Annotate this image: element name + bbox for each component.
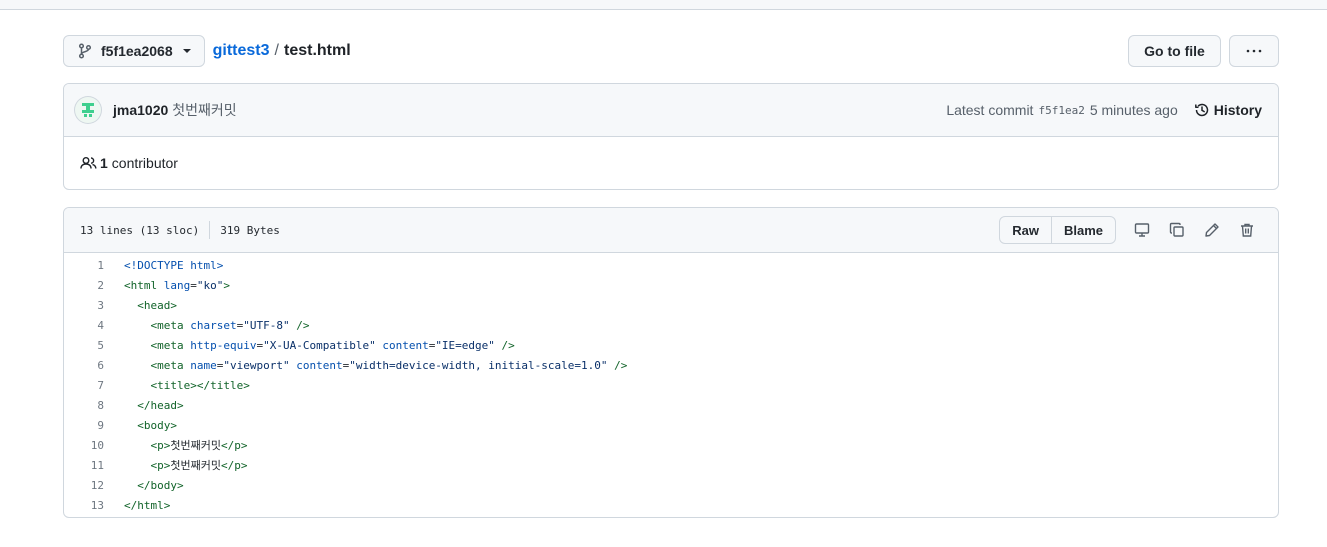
breadcrumb-separator: / [274, 42, 279, 59]
code-line: 7 <title></title> [64, 375, 1278, 395]
caret-down-icon [182, 48, 192, 54]
git-branch-icon [78, 43, 92, 59]
line-number[interactable]: 5 [64, 339, 124, 352]
branch-select-button[interactable]: f5f1ea2068 [63, 35, 205, 67]
code-line: 5 <meta http-equiv="X-UA-Compatible" con… [64, 335, 1278, 355]
commit-author-link[interactable]: jma1020 [113, 102, 168, 118]
line-content: <!DOCTYPE html> [124, 258, 224, 272]
code-line: 13 </html> [64, 495, 1278, 515]
code-line: 2 <html lang="ko"> [64, 275, 1278, 295]
desktop-open-button[interactable] [1124, 222, 1159, 238]
copy-raw-button[interactable] [1159, 222, 1194, 238]
commit-meta: Latest commit f5f1ea2 5 minutes ago Hist… [946, 102, 1262, 118]
commit-author-area: jma1020 첫번째커밋 [75, 97, 237, 123]
raw-blame-group: Raw Blame [999, 216, 1116, 244]
commit-time: 5 minutes ago [1089, 102, 1178, 118]
file-content-box: 13 lines (13 sloc) 319 Bytes Raw Blame 1… [63, 207, 1279, 518]
code-line: 9 <body> [64, 415, 1278, 435]
code-line: 11 <p>첫번째커밋</p> [64, 455, 1278, 475]
file-header-row: f5f1ea2068 gittest3 / test.html Go to fi… [63, 35, 1279, 67]
line-content: <meta name="viewport" content="width=dev… [150, 358, 628, 372]
device-desktop-icon [1134, 223, 1149, 237]
code-line: 12 </body> [64, 475, 1278, 495]
line-number[interactable]: 13 [64, 499, 124, 512]
file-actions: Raw Blame [999, 216, 1264, 244]
pencil-icon [1204, 223, 1219, 237]
go-to-file-button[interactable]: Go to file [1128, 35, 1221, 67]
line-number[interactable]: 2 [64, 279, 124, 292]
identicon-icon [82, 103, 94, 117]
contributor-label: contributor [111, 155, 178, 171]
history-icon [1194, 103, 1209, 117]
code-line: 4 <meta charset="UTF-8" /> [64, 315, 1278, 335]
commit-message-link[interactable]: 첫번째커밋 [172, 100, 236, 120]
breadcrumb-repo-link[interactable]: gittest3 [213, 42, 270, 60]
line-content: <head> [137, 298, 177, 312]
code-body: 1 <!DOCTYPE html> 2 <html lang="ko"> 3 <head… [64, 253, 1278, 517]
avatar[interactable] [75, 97, 101, 123]
code-line: 1 <!DOCTYPE html> [64, 255, 1278, 275]
code-line: 8 </head> [64, 395, 1278, 415]
commit-summary: jma1020 첫번째커밋 Latest commit f5f1ea2 5 mi… [64, 84, 1278, 137]
branch-name: f5f1ea2068 [101, 43, 173, 59]
line-content: <body> [137, 418, 177, 432]
file-view: f5f1ea2068 gittest3 / test.html Go to fi… [63, 35, 1279, 518]
line-content: </body> [137, 478, 184, 492]
code-line: 6 <meta name="viewport" content="width=d… [64, 355, 1278, 375]
line-content: <title></title> [150, 378, 250, 392]
blame-button[interactable]: Blame [1050, 217, 1115, 243]
copy-icon [1169, 222, 1184, 237]
edit-file-button[interactable] [1194, 222, 1229, 238]
line-content: </head> [137, 398, 184, 412]
code-line: 10 <p>첫번째커밋</p> [64, 435, 1278, 455]
top-strip [0, 0, 1327, 10]
breadcrumb-area: f5f1ea2068 gittest3 / test.html [63, 35, 351, 67]
line-content: </html> [124, 498, 171, 512]
line-number[interactable]: 12 [64, 479, 124, 492]
file-info-bar: 13 lines (13 sloc) 319 Bytes Raw Blame [64, 208, 1278, 253]
header-actions: Go to file [1128, 35, 1279, 67]
file-info: 13 lines (13 sloc) 319 Bytes [80, 221, 280, 239]
file-size: 319 Bytes [220, 223, 280, 237]
line-content: <meta http-equiv="X-UA-Compatible" conte… [150, 338, 515, 352]
line-content: <html lang="ko"> [124, 278, 230, 292]
commit-sha-link[interactable]: f5f1ea2 [1038, 104, 1084, 117]
line-number[interactable]: 7 [64, 379, 124, 392]
breadcrumb-file-name: test.html [283, 42, 351, 59]
people-icon [80, 157, 97, 169]
kebab-horizontal-icon [1246, 49, 1262, 53]
line-number[interactable]: 11 [64, 459, 124, 472]
latest-commit-label: Latest commit [946, 102, 1034, 118]
code-line: 3 <head> [64, 295, 1278, 315]
line-number[interactable]: 10 [64, 439, 124, 452]
line-content: <meta charset="UTF-8" /> [150, 318, 310, 332]
line-content: <p>첫번째커밋</p> [150, 459, 248, 472]
line-count: 13 lines (13 sloc) [80, 223, 200, 237]
contributor-count: 1 [100, 155, 108, 171]
delete-file-button[interactable] [1229, 222, 1264, 238]
history-link[interactable]: History [1194, 102, 1262, 118]
line-number[interactable]: 4 [64, 319, 124, 332]
latest-commit-box: jma1020 첫번째커밋 Latest commit f5f1ea2 5 mi… [63, 83, 1279, 190]
more-options-button[interactable] [1229, 35, 1279, 67]
trash-icon [1240, 223, 1253, 237]
line-number[interactable]: 6 [64, 359, 124, 372]
line-number[interactable]: 9 [64, 419, 124, 432]
line-content: <p>첫번째커밋</p> [150, 439, 248, 452]
line-number[interactable]: 3 [64, 299, 124, 312]
breadcrumb: gittest3 / test.html [213, 42, 351, 60]
raw-button[interactable]: Raw [1000, 217, 1051, 243]
contributors-row: 1 contributor [64, 137, 1278, 189]
history-label: History [1213, 102, 1262, 118]
line-number[interactable]: 8 [64, 399, 124, 412]
line-number[interactable]: 1 [64, 259, 124, 272]
file-info-divider [209, 221, 211, 239]
